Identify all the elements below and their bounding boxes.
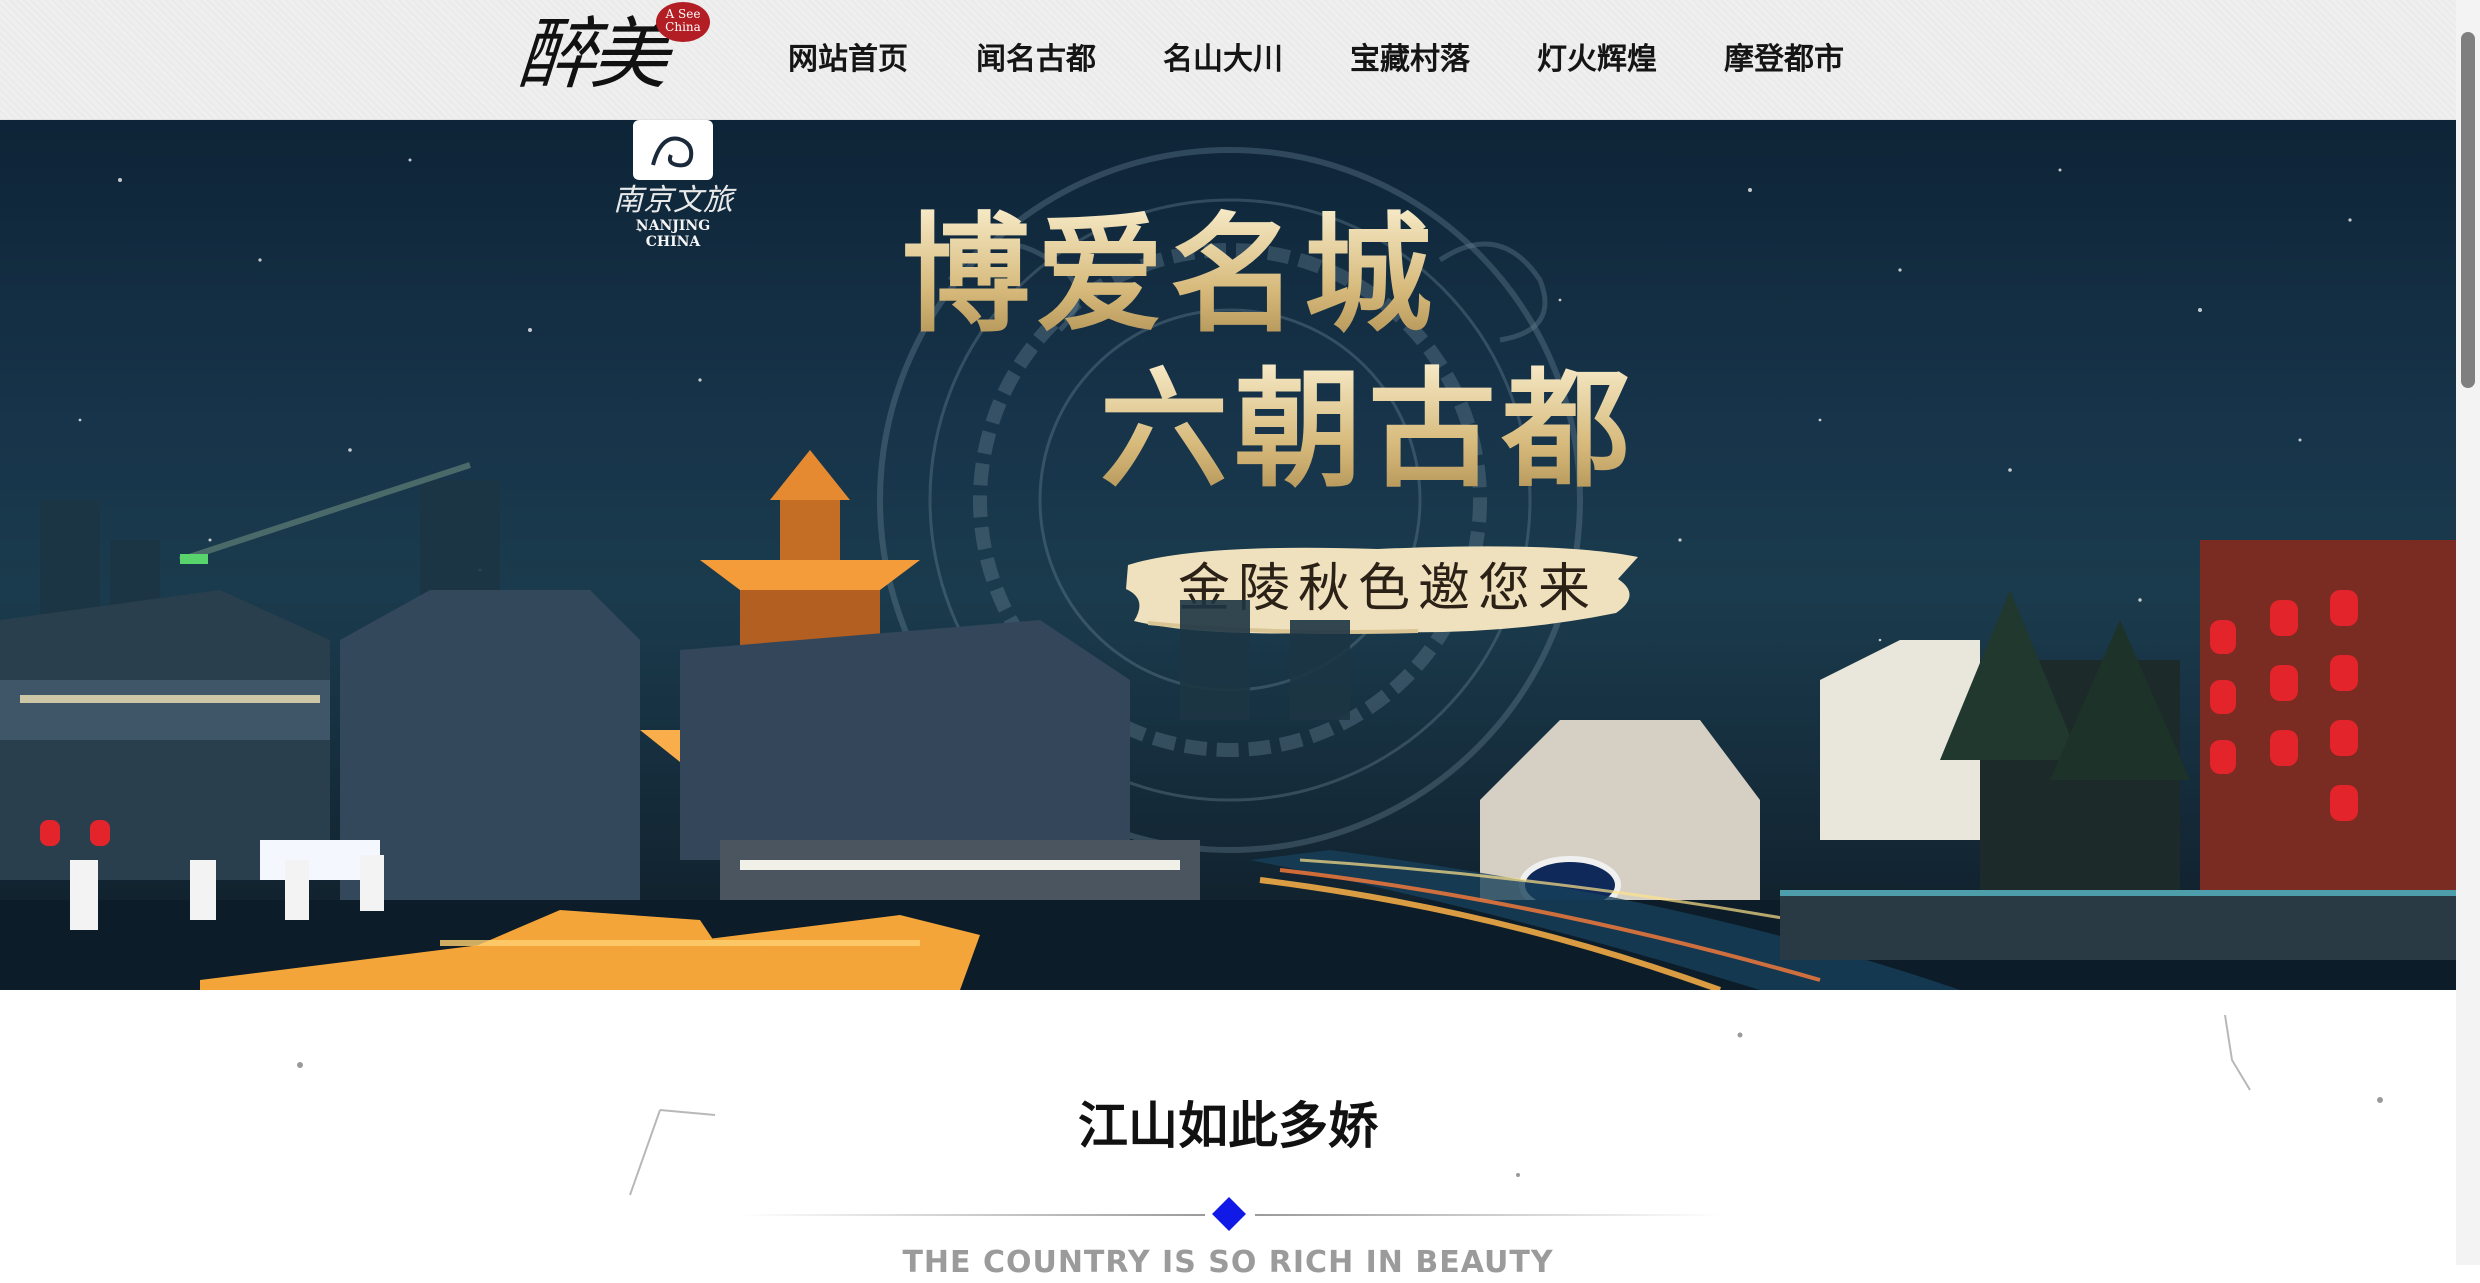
nav-item-modern-cities[interactable]: 摩登都市 [1724,32,1844,88]
section-title: 江山如此多娇 [1078,1097,1378,1155]
page-scrollbar[interactable] [2456,0,2480,1265]
scrollbar-thumb[interactable] [2461,32,2475,388]
section-subtitle: THE COUNTRY IS SO RICH IN BEAUTY [902,1245,1554,1280]
divider-line-left [740,1214,1205,1216]
nav-item-home[interactable]: 网站首页 [788,32,908,88]
logo-seal: A See China [656,2,710,42]
diamond-icon [1212,1197,1246,1231]
section-divider [740,1197,1720,1231]
nav-item-villages[interactable]: 宝藏村落 [1350,32,1470,88]
site-logo[interactable]: 醉美中国 A See China [508,0,710,210]
nav-item-ancient-capitals[interactable]: 闻名古都 [976,32,1096,88]
nav-item-lights[interactable]: 灯火辉煌 [1537,32,1657,88]
nav-item-mountains-rivers[interactable]: 名山大川 [1163,32,1283,88]
qinhuai-night-scene [0,450,2456,990]
hero-banner[interactable]: 南京文旅 NANJING CHINA 博爱名城 六朝古都 金陵秋色邀您来 [0,120,2456,990]
divider-line-right [1255,1214,1720,1216]
site-header: 醉美中国 A See China 网站首页 闻名古都 名山大川 宝藏村落 灯火辉… [0,0,2456,210]
